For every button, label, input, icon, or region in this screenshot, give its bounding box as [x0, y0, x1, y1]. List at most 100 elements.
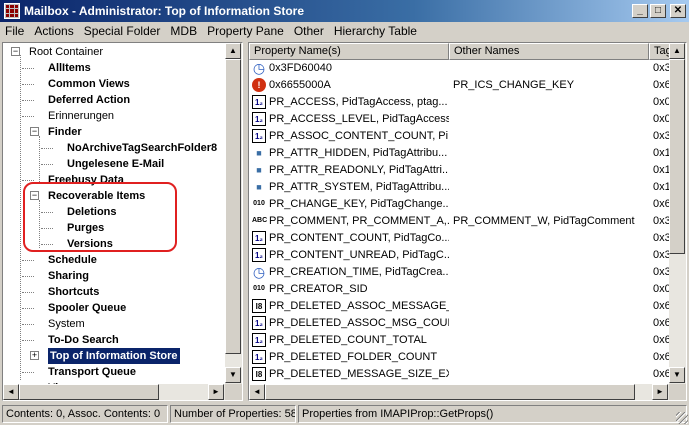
- tree-item-to-do-search[interactable]: To-Do Search: [48, 332, 119, 348]
- property-name-cell: 0x3FD60040: [269, 62, 332, 74]
- other-names-cell: PR_COMMENT_W, PidTagComment: [453, 215, 635, 227]
- tree-item-noarchivetagsearchfolder8[interactable]: NoArchiveTagSearchFolder8: [67, 140, 217, 156]
- tag-cell: 0x3: [653, 215, 669, 227]
- tree-item-allitems[interactable]: AllItems: [48, 60, 91, 76]
- property-name-cell: PR_DELETED_COUNT_TOTAL: [269, 334, 427, 346]
- tree-vertical-scrollbar[interactable]: ▲ ▼: [225, 43, 242, 384]
- property-row[interactable]: 1₂ PR_ASSOC_CONTENT_COUNT, Pi... 0x3: [249, 128, 669, 145]
- scroll-down-arrow-icon[interactable]: ▼: [225, 367, 241, 383]
- clock-icon: ◷: [252, 60, 266, 76]
- property-row[interactable]: 1₂ PR_CONTENT_COUNT, PidTagCo... 0x3: [249, 230, 669, 247]
- tag-cell: 0x3: [653, 266, 669, 278]
- tree-item-ungelesene-e-mail[interactable]: Ungelesene E-Mail: [67, 156, 164, 172]
- other-names-cell: [453, 281, 649, 298]
- scroll-up-arrow-icon[interactable]: ▲: [225, 43, 241, 59]
- menu-special-folder[interactable]: Special Folder: [79, 22, 166, 41]
- property-row[interactable]: ■ PR_ATTR_SYSTEM, PidTagAttribu... 0x1: [249, 179, 669, 196]
- scroll-up-arrow-icon[interactable]: ▲: [669, 43, 685, 59]
- clock-icon: ◷: [252, 264, 266, 280]
- property-row[interactable]: ◷ PR_CREATION_TIME, PidTagCrea... 0x3: [249, 264, 669, 281]
- mfcmapi-app-icon[interactable]: [4, 3, 20, 19]
- number-icon: 1₂: [252, 350, 266, 364]
- property-list-pane: Property Name(s) Other Names Tag ◷ 0x3FD6…: [248, 42, 687, 401]
- scroll-right-arrow-icon[interactable]: ►: [208, 384, 224, 400]
- tree-horizontal-scrollbar[interactable]: ◄ ►: [3, 384, 225, 400]
- property-row[interactable]: I8 PR_DELETED_ASSOC_MESSAGE_... 0x6: [249, 298, 669, 315]
- resize-grip-icon[interactable]: [676, 412, 688, 424]
- number-icon: 1₂: [252, 333, 266, 347]
- property-name-cell: PR_DELETED_MESSAGE_SIZE_EX...: [269, 368, 449, 380]
- tree-item-deferred-action[interactable]: Deferred Action: [48, 92, 130, 108]
- number-icon: 1₂: [252, 248, 266, 262]
- tag-cell: 0x6: [653, 198, 669, 210]
- properties-horizontal-scrollbar[interactable]: ◄ ►: [249, 384, 669, 400]
- menu-other[interactable]: Other: [289, 22, 329, 41]
- tree-item-top-of-information-store[interactable]: Top of Information Store: [48, 348, 180, 364]
- expand-plus-icon[interactable]: +: [30, 351, 39, 360]
- tag-cell: 0x6: [653, 368, 669, 380]
- menu-hierarchy-table[interactable]: Hierarchy Table: [329, 22, 422, 41]
- tree-item-transport-queue[interactable]: Transport Queue: [48, 364, 136, 380]
- other-names-cell: [453, 145, 649, 162]
- tag-cell: 0x6: [653, 300, 669, 312]
- scroll-right-arrow-icon[interactable]: ►: [652, 384, 668, 400]
- properties-vertical-scrollbar[interactable]: ▲ ▼: [669, 43, 686, 384]
- property-row[interactable]: 1₂ PR_ACCESS_LEVEL, PidTagAccess... 0x0: [249, 111, 669, 128]
- tree-item-root-container[interactable]: Root Container: [29, 44, 103, 60]
- property-row[interactable]: ! 0x6655000A PR_ICS_CHANGE_KEY 0x6: [249, 77, 669, 94]
- column-header-other-names[interactable]: Other Names: [449, 43, 649, 60]
- tree-item-schedule[interactable]: Schedule: [48, 252, 97, 268]
- scroll-down-arrow-icon[interactable]: ▼: [669, 367, 685, 383]
- property-row[interactable]: 010 PR_CREATOR_SID 0x0: [249, 281, 669, 298]
- property-row[interactable]: ◷ 0x3FD60040 0x3: [249, 60, 669, 77]
- property-row[interactable]: 1₂ PR_DELETED_ASSOC_MSG_COUNT 0x6: [249, 315, 669, 332]
- minimize-button[interactable]: _: [632, 4, 648, 18]
- close-button[interactable]: ✕: [670, 4, 686, 18]
- scroll-left-arrow-icon[interactable]: ◄: [249, 384, 265, 400]
- property-name-cell: PR_ATTR_READONLY, PidTagAttri...: [269, 164, 449, 176]
- maximize-button[interactable]: □: [650, 4, 666, 18]
- tree-hscroll-thumb[interactable]: [19, 384, 159, 400]
- property-row[interactable]: I8 PR_DELETED_MESSAGE_SIZE_EX... 0x6: [249, 366, 669, 383]
- column-header-property-name[interactable]: Property Name(s): [249, 43, 449, 60]
- tag-cell: 0x0: [653, 96, 669, 108]
- menu-actions[interactable]: Actions: [29, 22, 78, 41]
- number-icon: 1₂: [252, 95, 266, 109]
- property-row[interactable]: 1₂ PR_DELETED_FOLDER_COUNT 0x6: [249, 349, 669, 366]
- collapse-minus-icon[interactable]: −: [30, 127, 39, 136]
- property-row[interactable]: ABC PR_COMMENT, PR_COMMENT_A,... PR_COMMEN…: [249, 213, 669, 230]
- tree-item-erinnerungen[interactable]: Erinnerungen: [48, 108, 114, 124]
- tag-cell: 0x6: [653, 317, 669, 329]
- menu-property-pane[interactable]: Property Pane: [202, 22, 289, 41]
- tree-connector-line: [22, 340, 34, 341]
- other-names-cell: [453, 94, 649, 111]
- tree-item-shortcuts[interactable]: Shortcuts: [48, 284, 99, 300]
- boolean-icon: ■: [256, 182, 262, 192]
- tree-item-common-views[interactable]: Common Views: [48, 76, 130, 92]
- tree-item-spooler-queue[interactable]: Spooler Queue: [48, 300, 126, 316]
- property-row[interactable]: 010 PR_CHANGE_KEY, PidTagChange... 0x6: [249, 196, 669, 213]
- property-row[interactable]: 1₂ PR_DELETED_COUNT_TOTAL 0x6: [249, 332, 669, 349]
- property-row[interactable]: 1₂ PR_ACCESS, PidTagAccess, ptag... 0x0: [249, 94, 669, 111]
- property-row[interactable]: ■ PR_ATTR_HIDDEN, PidTagAttribu... 0x1: [249, 145, 669, 162]
- other-names-cell: [453, 162, 649, 179]
- menu-mdb[interactable]: MDB: [165, 22, 202, 41]
- boolean-icon: ■: [256, 165, 262, 175]
- scrollbar-corner: [225, 384, 242, 400]
- status-contents: Contents: 0, Assoc. Contents: 0: [2, 405, 168, 423]
- tree-item-sharing[interactable]: Sharing: [48, 268, 89, 284]
- status-bar: Contents: 0, Assoc. Contents: 0 Number o…: [0, 403, 689, 425]
- tree-scroll-thumb[interactable]: [225, 59, 241, 354]
- scroll-left-arrow-icon[interactable]: ◄: [3, 384, 19, 400]
- tree-connector-line: [22, 292, 34, 293]
- property-row[interactable]: ■ PR_ATTR_READONLY, PidTagAttri... 0x1: [249, 162, 669, 179]
- other-names-cell: [453, 349, 649, 366]
- collapse-minus-icon[interactable]: −: [11, 47, 20, 56]
- menu-file[interactable]: File: [0, 22, 29, 41]
- properties-hscroll-thumb[interactable]: [265, 384, 635, 400]
- properties-scroll-thumb[interactable]: [669, 59, 685, 254]
- tree-item-finder[interactable]: Finder: [48, 124, 82, 140]
- property-row[interactable]: 1₂ PR_CONTENT_UNREAD, PidTagC... 0x3: [249, 247, 669, 264]
- other-names-cell: PR_ICS_CHANGE_KEY: [453, 79, 575, 91]
- tree-item-system[interactable]: System: [48, 316, 85, 332]
